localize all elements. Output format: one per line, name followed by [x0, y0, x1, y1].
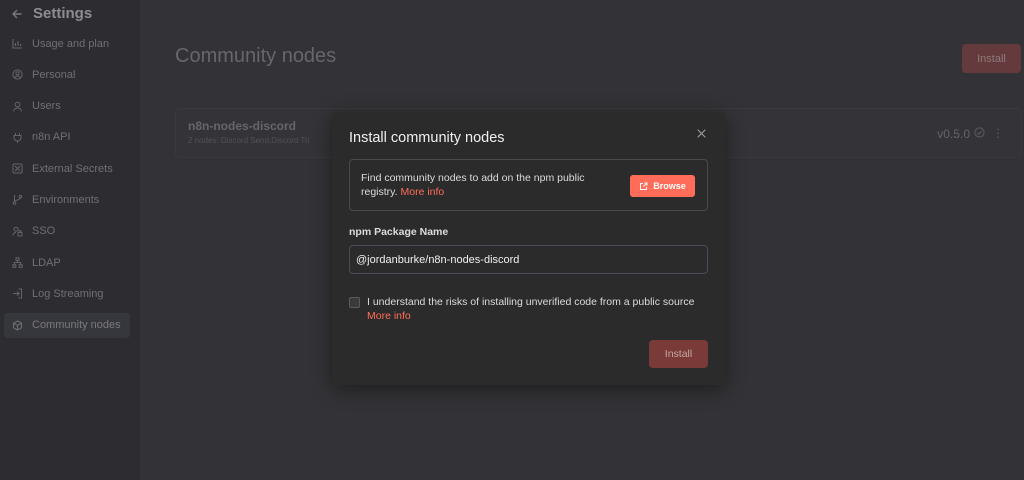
package-name-input[interactable]: [349, 245, 708, 274]
modal-title: Install community nodes: [349, 130, 505, 146]
risk-checkbox[interactable]: [349, 297, 360, 308]
risk-description: I understand the risks of installing unv…: [367, 296, 695, 308]
risk-more-info-link[interactable]: More info: [367, 310, 411, 322]
more-info-link[interactable]: More info: [400, 186, 444, 198]
close-icon[interactable]: [696, 128, 707, 139]
info-box: Find community nodes to add on the npm p…: [349, 159, 708, 211]
package-name-label: npm Package Name: [349, 226, 449, 238]
risk-agreement-text: I understand the risks of installing unv…: [367, 295, 712, 323]
browse-label: Browse: [653, 181, 686, 191]
browse-button[interactable]: Browse: [630, 175, 695, 197]
install-community-nodes-dialog: Install community nodes Find community n…: [332, 112, 725, 385]
external-link-icon: [640, 182, 648, 190]
modal-install-button[interactable]: Install: [649, 340, 708, 368]
info-text: Find community nodes to add on the npm p…: [361, 172, 611, 199]
info-description: Find community nodes to add on the npm p…: [361, 172, 585, 198]
